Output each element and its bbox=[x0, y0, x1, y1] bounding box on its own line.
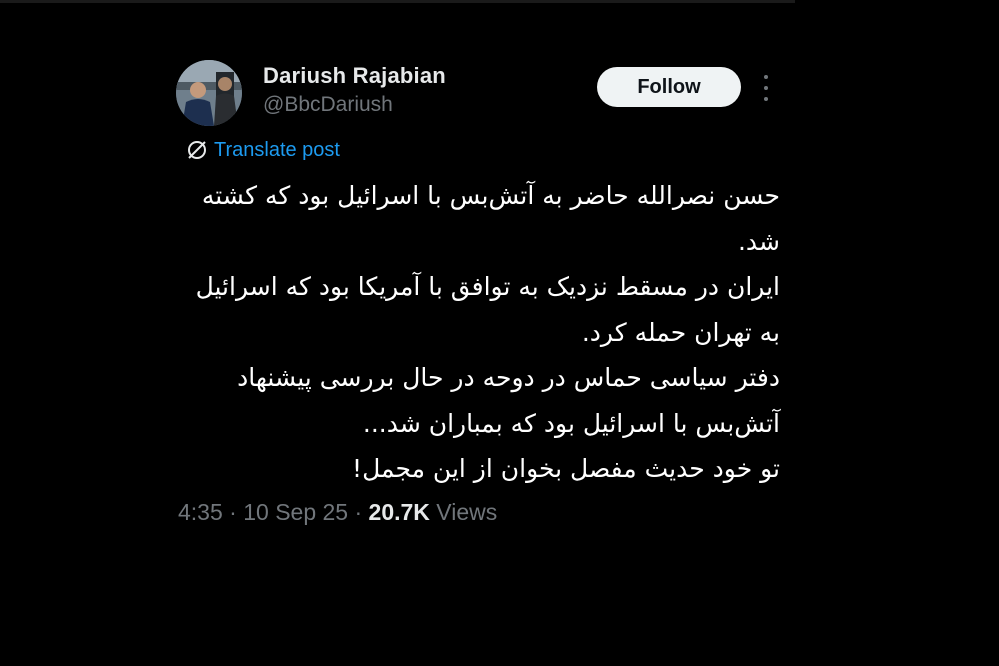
more-dot bbox=[764, 86, 768, 90]
translate-post-link[interactable]: Translate post bbox=[186, 137, 340, 163]
post-line: به تهران حمله کرد. bbox=[581, 317, 780, 347]
more-dot bbox=[764, 75, 768, 79]
more-options-icon[interactable] bbox=[758, 75, 774, 101]
meta-separator: · bbox=[222, 499, 244, 525]
translate-label: Translate post bbox=[214, 138, 340, 161]
author-name[interactable]: Dariush Rajabian bbox=[263, 63, 446, 89]
post-line: دفتر سیاسی حماس در دوحه در حال بررسی پیش… bbox=[237, 363, 780, 392]
avatar[interactable] bbox=[176, 60, 242, 126]
top-divider bbox=[0, 0, 795, 3]
post-line: شد. bbox=[737, 226, 780, 256]
meta-separator: · bbox=[348, 499, 369, 525]
views-count[interactable]: 20.7K bbox=[369, 499, 430, 525]
post-line: حسن نصرالله حاضر به آتش‌بس با اسرائیل بو… bbox=[201, 181, 780, 210]
translate-globe-icon bbox=[188, 141, 206, 159]
follow-button[interactable]: Follow bbox=[597, 67, 741, 107]
post-metadata: 4:35 · 10 Sep 25 · 20.7K Views bbox=[178, 499, 497, 526]
author-handle[interactable]: @BbcDariush bbox=[263, 93, 393, 117]
avatar-photo bbox=[176, 60, 242, 126]
more-dot bbox=[764, 97, 768, 101]
post-line: ایران در مسقط نزدیک به توافق با آمریکا ب… bbox=[195, 272, 780, 301]
post-card: Dariush Rajabian @BbcDariush Follow Tran… bbox=[176, 55, 796, 545]
post-body: حسن نصرالله حاضر به آتش‌بس با اسرائیل بو… bbox=[188, 173, 780, 492]
post-line: تو خود حدیث مفصل بخوان از این مجمل! bbox=[352, 454, 780, 483]
post-line: آتش‌بس با اسرائیل بود که بمباران شد... bbox=[362, 408, 780, 438]
views-label: Views bbox=[429, 499, 498, 525]
post-time[interactable]: 4:35 bbox=[178, 499, 223, 525]
post-date[interactable]: 10 Sep 25 bbox=[243, 499, 348, 525]
